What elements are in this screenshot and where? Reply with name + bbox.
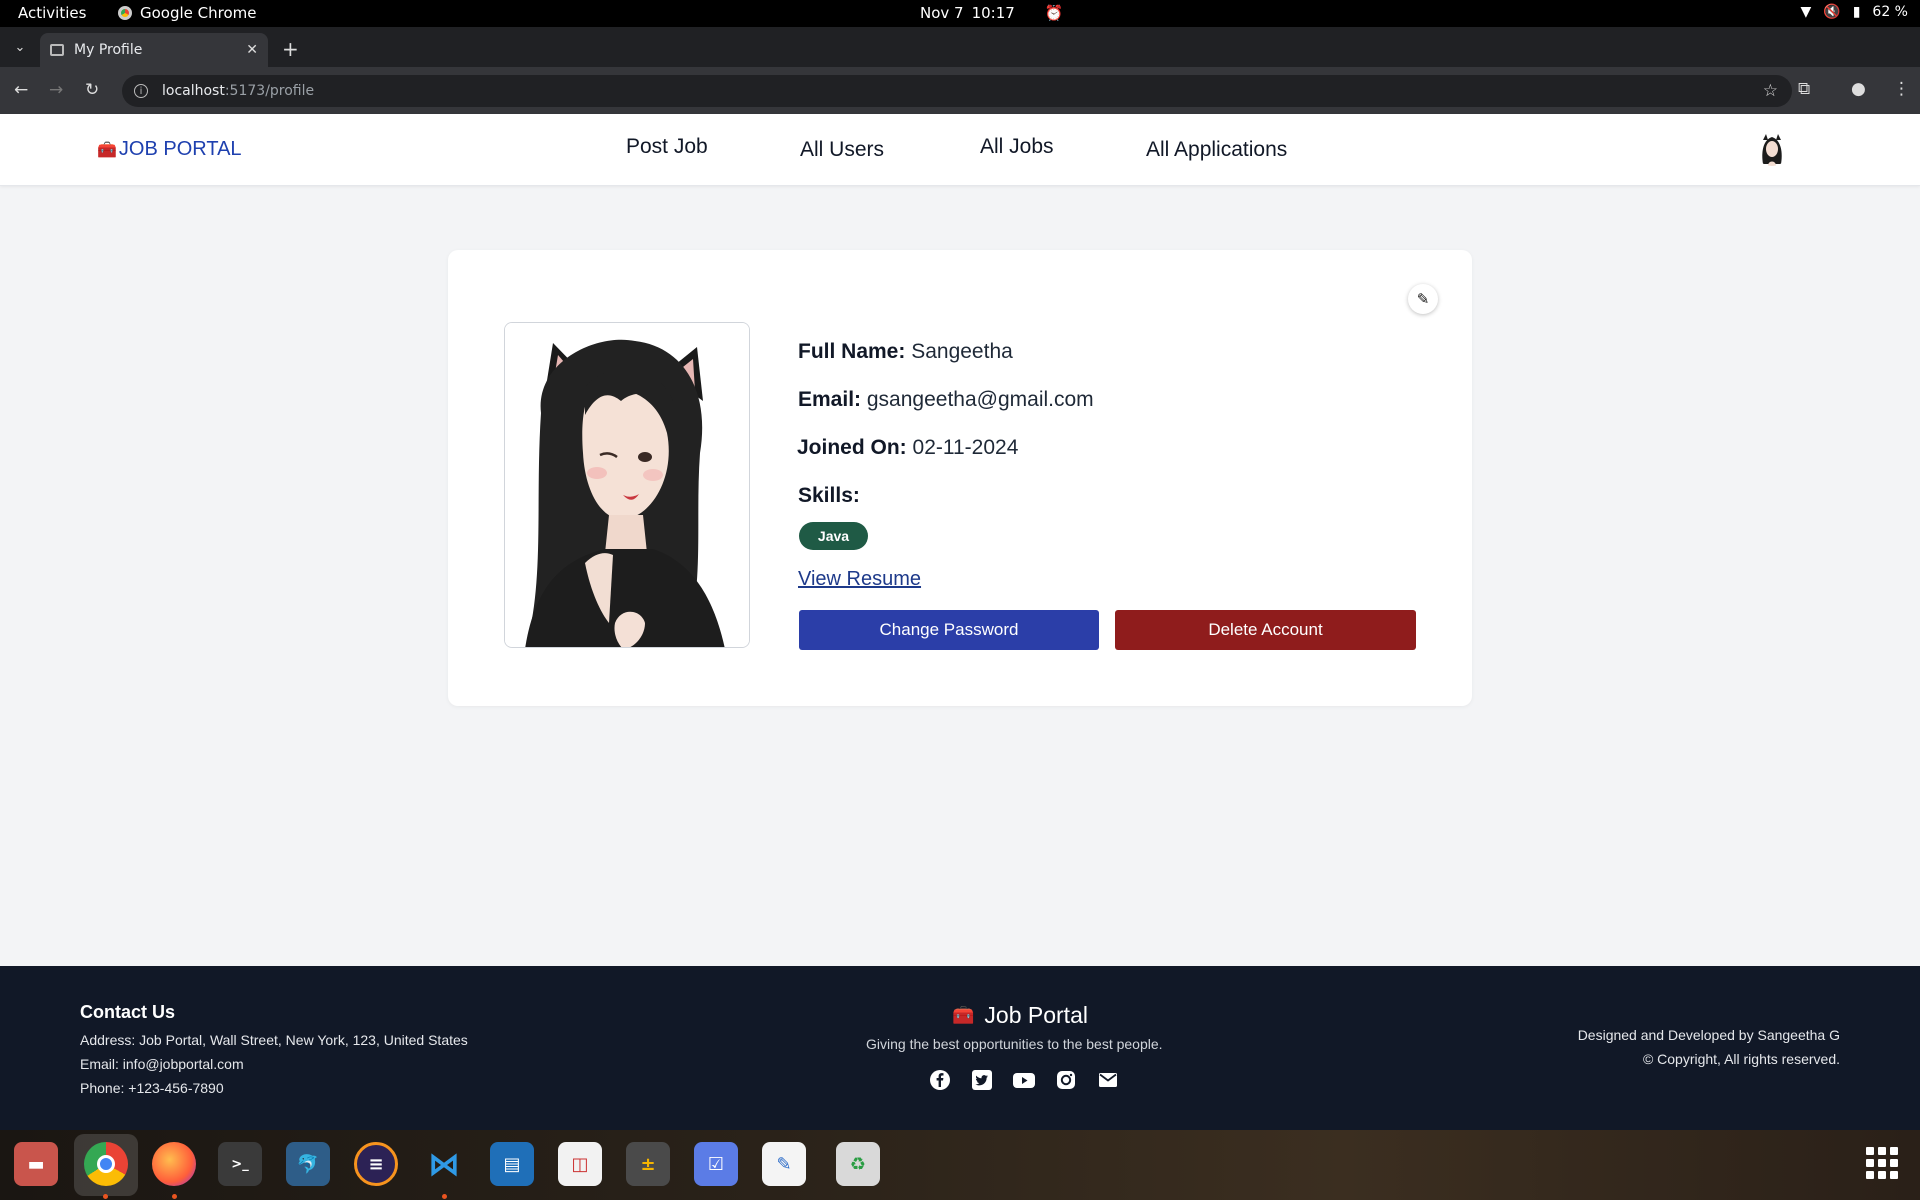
mysql-workbench-icon[interactable]: 🐬 bbox=[286, 1142, 330, 1186]
url-path: :5173/profile bbox=[224, 83, 315, 99]
contact-email: Email: info@jobportal.com bbox=[80, 1056, 244, 1072]
twitter-icon[interactable] bbox=[970, 1068, 994, 1092]
email-label: Email: bbox=[798, 388, 862, 411]
firefox-icon[interactable] bbox=[152, 1142, 196, 1186]
contact-title: Contact Us bbox=[80, 1002, 176, 1022]
bookmark-star-icon[interactable]: ☆ bbox=[1763, 81, 1778, 101]
contact-address: Address: Job Portal, Wall Street, New Yo… bbox=[80, 1032, 468, 1048]
profile-photo bbox=[504, 322, 750, 648]
brand-logo[interactable]: 🧰 JOB PORTAL bbox=[97, 138, 242, 161]
instagram-icon[interactable] bbox=[1054, 1068, 1078, 1092]
alarm-icon: ⏰ bbox=[1044, 4, 1064, 22]
youtube-icon[interactable] bbox=[1012, 1068, 1036, 1092]
activities-button[interactable]: Activities bbox=[18, 4, 86, 22]
site-footer: Contact Us Address: Job Portal, Wall Str… bbox=[0, 966, 1920, 1130]
briefcase-icon: 🧰 bbox=[952, 1005, 975, 1025]
view-resume-link[interactable]: View Resume bbox=[798, 568, 921, 591]
active-app-menu[interactable]: Google Chrome bbox=[118, 4, 257, 22]
nav-all-users[interactable]: All Users bbox=[800, 138, 884, 162]
skills-label: Skills: bbox=[798, 484, 860, 507]
chrome-icon bbox=[118, 6, 132, 20]
tab-title: My Profile bbox=[74, 42, 143, 58]
chrome-menu-icon[interactable]: ⋮ bbox=[1893, 79, 1910, 99]
back-icon[interactable]: ← bbox=[14, 80, 28, 100]
briefcase-icon: 🧰 bbox=[97, 141, 117, 159]
active-app-name: Google Chrome bbox=[140, 4, 257, 22]
taskbar-dock: ▬ >_ 🐬 ≡ ⋈ ▤ ◫ ± ☑ ✎ ♻ bbox=[0, 1130, 1920, 1200]
show-apps-grid-icon[interactable] bbox=[1866, 1147, 1898, 1179]
nav-all-jobs[interactable]: All Jobs bbox=[980, 135, 1054, 159]
tab-my-profile[interactable]: My Profile ✕ bbox=[40, 33, 268, 67]
joined-label: Joined On: bbox=[797, 436, 907, 459]
url-host: localhost bbox=[162, 83, 225, 99]
full-name-value: Sangeetha bbox=[911, 340, 1013, 363]
browser-toolbar: ← → ↻ i localhost:5173/profile ☆ ⧉ ● ⋮ bbox=[0, 67, 1920, 114]
address-bar[interactable]: i localhost:5173/profile ☆ bbox=[122, 75, 1792, 107]
tab-search-chevron-icon[interactable]: ⌄ bbox=[8, 35, 32, 59]
footer-brand: 🧰 Job Portal bbox=[952, 1002, 1088, 1029]
trash-icon[interactable]: ♻ bbox=[836, 1142, 880, 1186]
footer-tagline: Giving the best opportunities to the bes… bbox=[866, 1036, 1163, 1052]
eclipse-icon[interactable]: ≡ bbox=[354, 1142, 398, 1186]
nav-post-job[interactable]: Post Job bbox=[626, 135, 708, 159]
forward-icon[interactable]: → bbox=[49, 80, 63, 100]
google-chrome-icon[interactable] bbox=[84, 1142, 128, 1186]
skills-line: Skills: bbox=[798, 484, 860, 508]
browser-tab-strip: ⌄ My Profile ✕ + bbox=[0, 27, 1920, 67]
facebook-icon[interactable] bbox=[928, 1068, 952, 1092]
footer-copyright: © Copyright, All rights reserved. bbox=[1642, 1051, 1840, 1067]
edit-profile-pencil-icon[interactable]: ✎ bbox=[1408, 284, 1438, 314]
wifi-icon: ▼ bbox=[1800, 4, 1812, 20]
text-editor-icon[interactable]: ✎ bbox=[762, 1142, 806, 1186]
joined-line: Joined On: 02-11-2024 bbox=[797, 436, 1018, 460]
nav-all-applications[interactable]: All Applications bbox=[1146, 138, 1287, 162]
contact-phone: Phone: +123-456-7890 bbox=[80, 1080, 224, 1096]
system-top-bar: Activities Google Chrome Nov 7 10:17 ⏰ ▼… bbox=[0, 0, 1920, 27]
site-header: 🧰 JOB PORTAL Post Job All Users All Jobs… bbox=[0, 114, 1920, 186]
skill-badge: Java bbox=[799, 522, 868, 550]
running-indicator bbox=[103, 1194, 108, 1199]
delete-account-button[interactable]: Delete Account bbox=[1115, 610, 1416, 650]
battery-icon: ▮ bbox=[1852, 4, 1861, 20]
new-tab-icon[interactable]: + bbox=[282, 37, 299, 61]
brand-text: JOB PORTAL bbox=[118, 138, 242, 160]
full-name-label: Full Name: bbox=[798, 340, 906, 363]
profile-icon[interactable]: ● bbox=[1851, 79, 1866, 99]
running-indicator bbox=[442, 1194, 447, 1199]
terminal-icon[interactable]: >_ bbox=[218, 1142, 262, 1186]
volume-muted-icon: 🔇 bbox=[1823, 4, 1841, 20]
document-viewer-icon[interactable]: ▤ bbox=[490, 1142, 534, 1186]
extensions-icon[interactable]: ⧉ bbox=[1798, 79, 1810, 99]
mail-icon[interactable] bbox=[1096, 1068, 1120, 1092]
avatar-image bbox=[1754, 130, 1790, 166]
full-name-line: Full Name: Sangeetha bbox=[798, 340, 1013, 364]
close-tab-icon[interactable]: ✕ bbox=[246, 42, 258, 58]
reload-icon[interactable]: ↻ bbox=[85, 80, 99, 100]
calculator-icon[interactable]: ± bbox=[626, 1142, 670, 1186]
profile-illustration bbox=[505, 323, 749, 647]
files-icon[interactable]: ▬ bbox=[14, 1142, 58, 1186]
user-avatar[interactable] bbox=[1754, 130, 1790, 166]
tasks-icon[interactable]: ☑ bbox=[694, 1142, 738, 1186]
email-value: gsangeetha@gmail.com bbox=[866, 388, 1094, 411]
email-line: Email: gsangeetha@gmail.com bbox=[798, 388, 1094, 412]
battery-percent: 62 % bbox=[1872, 4, 1908, 20]
vscode-icon[interactable]: ⋈ bbox=[422, 1142, 466, 1186]
date-text: Nov 7 bbox=[920, 4, 964, 22]
footer-credit: Designed and Developed by Sangeetha G bbox=[1577, 1027, 1840, 1043]
clock[interactable]: Nov 7 10:17 ⏰ bbox=[920, 4, 1064, 22]
libreoffice-impress-icon[interactable]: ◫ bbox=[558, 1142, 602, 1186]
site-info-icon[interactable]: i bbox=[134, 84, 148, 98]
change-password-button[interactable]: Change Password bbox=[799, 610, 1099, 650]
time-text: 10:17 bbox=[971, 4, 1015, 22]
joined-value: 02-11-2024 bbox=[912, 436, 1019, 459]
briefcase-favicon-icon bbox=[50, 44, 64, 56]
footer-brand-text: Job Portal bbox=[984, 1002, 1088, 1028]
running-indicator bbox=[172, 1194, 177, 1199]
system-tray[interactable]: ▼ 🔇 ▮ 62 % bbox=[1800, 4, 1908, 20]
